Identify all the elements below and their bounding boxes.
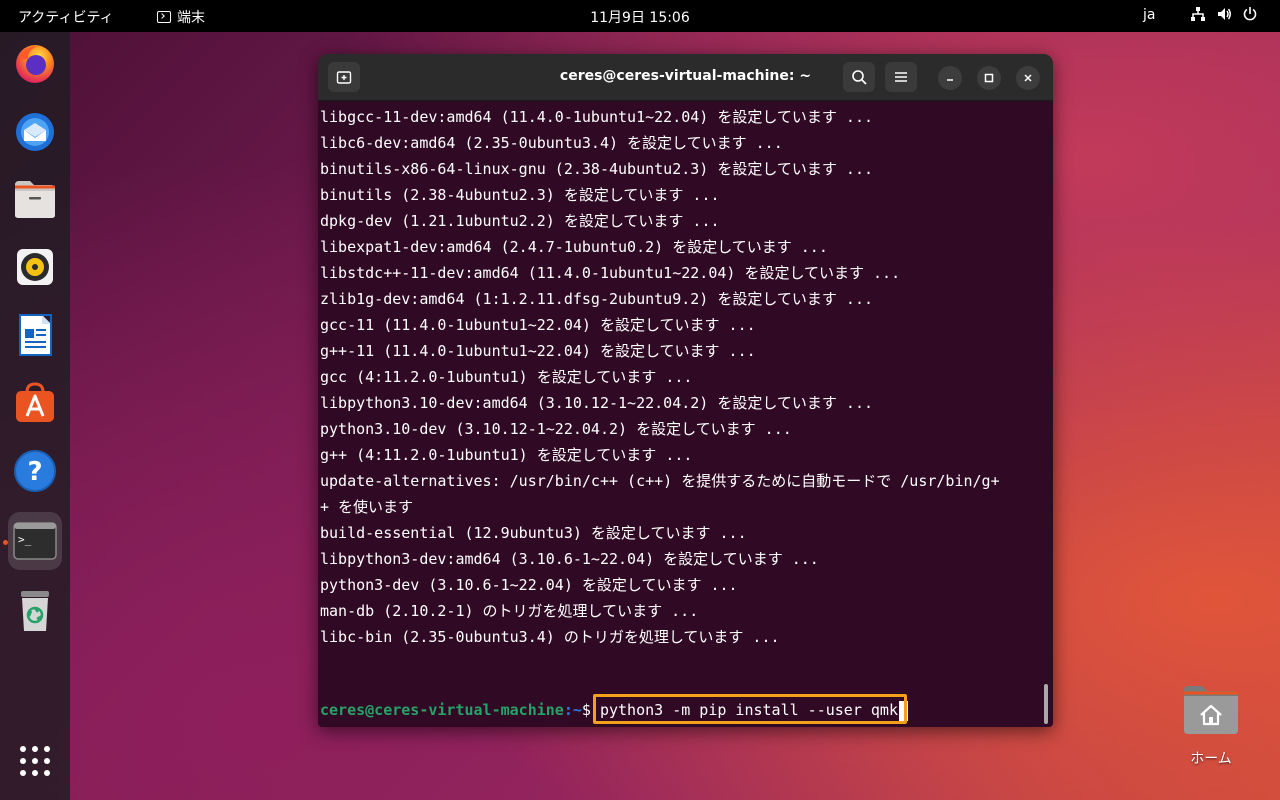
hamburger-menu-icon <box>895 72 907 82</box>
terminal-line: python3-dev (3.10.6-1~22.04) を設定しています ..… <box>320 576 738 594</box>
terminal-line: libpython3-dev:amd64 (3.10.6-1~22.04) を設… <box>320 550 819 568</box>
command-highlight-box <box>593 694 907 724</box>
maximize-icon <box>984 73 994 83</box>
thunderbird-icon <box>16 113 54 151</box>
app-grid-icon <box>20 746 50 776</box>
close-button[interactable] <box>1016 66 1040 90</box>
new-tab-button[interactable] <box>328 62 360 92</box>
minimize-button[interactable] <box>938 66 962 90</box>
terminal-line: libc-bin (2.35-0ubuntu3.4) のトリガを処理しています … <box>320 628 780 646</box>
dock-writer[interactable] <box>8 306 62 364</box>
running-indicator <box>3 540 8 545</box>
terminal-icon: >_ <box>13 522 57 560</box>
app-menu[interactable]: 端末 <box>157 7 205 27</box>
input-method-indicator[interactable]: ja <box>1143 7 1155 23</box>
dock-help[interactable]: ? <box>8 442 62 500</box>
terminal-icon <box>157 11 171 23</box>
show-apps-button[interactable] <box>8 732 62 790</box>
dock-rhythmbox[interactable] <box>8 238 62 296</box>
terminal-line: libexpat1-dev:amd64 (2.4.7-1ubuntu0.2) を… <box>320 238 828 256</box>
dock-files[interactable] <box>8 170 62 228</box>
terminal-line: libstdc++-11-dev:amd64 (11.4.0-1ubuntu1~… <box>320 264 901 282</box>
terminal-window: ceres@ceres-virtual-machine: ~ libgcc-11… <box>318 54 1053 727</box>
dock-app-center[interactable] <box>8 374 62 432</box>
svg-text:>_: >_ <box>18 533 32 546</box>
terminal-line: build-essential (12.9ubuntu3) を設定しています .… <box>320 524 747 542</box>
dock-terminal[interactable]: >_ <box>8 512 62 570</box>
terminal-line: libc6-dev:amd64 (2.35-0ubuntu3.4) を設定してい… <box>320 134 783 152</box>
desktop-home-folder[interactable] <box>1182 682 1240 736</box>
dock: ? >_ <box>0 32 70 800</box>
terminal-line: binutils-x86-64-linux-gnu (2.38-4ubuntu2… <box>320 160 874 178</box>
activities-button[interactable]: アクティビティ <box>18 7 114 27</box>
search-icon <box>852 70 867 85</box>
menu-button[interactable] <box>885 62 917 92</box>
terminal-line: libgcc-11-dev:amd64 (11.4.0-1ubuntu1~22.… <box>320 108 874 126</box>
terminal-line: binutils (2.38-4ubuntu2.3) を設定しています ... <box>320 186 720 204</box>
terminal-line: gcc (4:11.2.0-1ubuntu1) を設定しています ... <box>320 368 693 386</box>
trash-icon <box>21 591 49 631</box>
new-tab-icon <box>336 71 352 84</box>
terminal-line: + を使います <box>320 498 414 516</box>
terminal-line: g++-11 (11.4.0-1ubuntu1~22.04) を設定しています … <box>320 342 756 360</box>
volume-icon[interactable] <box>1216 6 1232 22</box>
terminal-line: man-db (2.10.2-1) のトリガを処理しています ... <box>320 602 699 620</box>
terminal-output[interactable]: libgcc-11-dev:amd64 (11.4.0-1ubuntu1~22.… <box>318 101 1053 727</box>
terminal-line: dpkg-dev (1.21.1ubuntu2.2) を設定しています ... <box>320 212 720 230</box>
prompt-path: :~ <box>563 701 582 719</box>
dock-firefox[interactable] <box>8 34 62 92</box>
window-titlebar[interactable]: ceres@ceres-virtual-machine: ~ <box>318 54 1053 101</box>
writer-icon <box>19 314 52 356</box>
home-folder-icon <box>1184 686 1238 734</box>
files-icon <box>15 181 55 218</box>
search-button[interactable] <box>843 62 875 92</box>
app-menu-label: 端末 <box>177 10 205 26</box>
desktop-home-label[interactable]: ホーム <box>1168 748 1254 768</box>
minimize-icon <box>947 79 953 81</box>
terminal-line: gcc-11 (11.4.0-1ubuntu1~22.04) を設定しています … <box>320 316 756 334</box>
close-icon <box>1024 74 1032 82</box>
help-icon: ? <box>14 450 56 492</box>
network-icon[interactable] <box>1190 6 1206 22</box>
terminal-line: zlib1g-dev:amd64 (1:1.2.11.dfsg-2ubuntu9… <box>320 290 874 308</box>
maximize-button[interactable] <box>977 66 1001 90</box>
terminal-line: g++ (4:11.2.0-1ubuntu1) を設定しています ... <box>320 446 693 464</box>
dock-trash[interactable] <box>8 582 62 640</box>
prompt-user: ceres@ceres-virtual-machine <box>320 701 564 719</box>
terminal-line: libpython3.10-dev:amd64 (3.10.12-1~22.04… <box>320 394 874 412</box>
system-tray[interactable] <box>1190 6 1258 22</box>
top-bar: アクティビティ 端末 11月9日 15:06 ja <box>0 0 1280 32</box>
terminal-scrollbar[interactable] <box>1044 684 1048 724</box>
app-center-icon <box>16 382 54 422</box>
svg-text:?: ? <box>27 457 42 487</box>
terminal-line: update-alternatives: /usr/bin/c++ (c++) … <box>320 472 1000 490</box>
terminal-line: python3.10-dev (3.10.12-1~22.04.2) を設定して… <box>320 420 792 438</box>
firefox-icon <box>16 45 54 83</box>
dock-thunderbird[interactable] <box>8 102 62 160</box>
clock[interactable]: 11月9日 15:06 <box>590 10 690 26</box>
rhythmbox-icon <box>17 249 53 285</box>
power-icon[interactable] <box>1242 6 1258 22</box>
